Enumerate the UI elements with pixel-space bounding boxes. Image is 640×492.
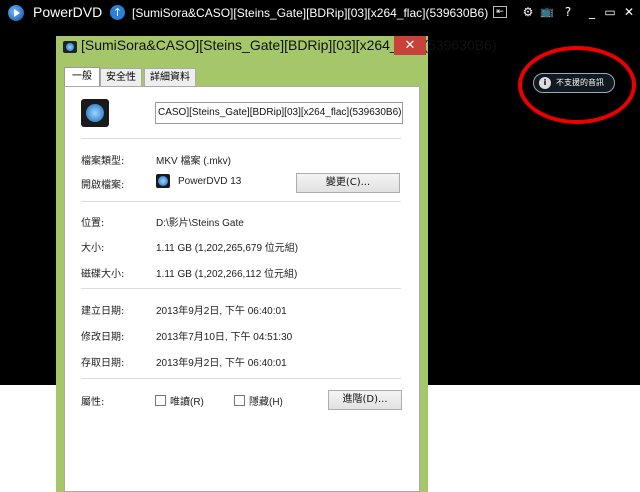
separator bbox=[81, 288, 401, 289]
modified-value: 2013年7月10日, 下午 04:51:30 bbox=[156, 332, 293, 343]
advanced-button[interactable]: 進階(D)... bbox=[328, 390, 402, 410]
player-title-bar: PowerDVD ↑ [SumiSora&CASO][Steins_Gate][… bbox=[0, 0, 640, 26]
update-arrow-icon[interactable]: ↑ bbox=[110, 5, 125, 20]
video-file-icon bbox=[63, 41, 77, 53]
properties-dialog: [SumiSora&CASO][Steins_Gate][BDRip][03][… bbox=[56, 36, 497, 492]
opens-with-value: PowerDVD 13 bbox=[178, 176, 242, 187]
opens-with-label: 開啟檔案: bbox=[81, 180, 125, 191]
hidden-label[interactable]: 隱藏(H) bbox=[249, 393, 283, 408]
modified-label: 修改日期: bbox=[81, 332, 125, 343]
accessed-value: 2013年9月2日, 下午 06:40:01 bbox=[156, 358, 287, 369]
readonly-label[interactable]: 唯讀(R) bbox=[170, 393, 204, 408]
settings-gear-icon[interactable]: ⚙ bbox=[519, 3, 537, 21]
separator bbox=[81, 138, 401, 139]
powerdvd-app-icon bbox=[156, 174, 170, 188]
powerdvd-file-icon bbox=[81, 99, 109, 127]
close-icon[interactable]: ✕ bbox=[620, 3, 638, 21]
dialog-title-bar[interactable]: [SumiSora&CASO][Steins_Gate][BDRip][03][… bbox=[56, 36, 497, 58]
dialog-title: [SumiSora&CASO][Steins_Gate][BDRip][03][… bbox=[81, 37, 497, 53]
powerdvd-logo-icon bbox=[8, 5, 24, 21]
tv-icon[interactable]: 📺 bbox=[538, 3, 556, 21]
tab-security[interactable]: 安全性 bbox=[100, 68, 142, 87]
location-label: 位置: bbox=[81, 218, 105, 229]
readonly-checkbox[interactable] bbox=[155, 395, 166, 406]
size-value: 1.11 GB (1,202,265,679 位元組) bbox=[156, 243, 299, 254]
location-value: D:\影片\Steins Gate bbox=[156, 218, 244, 229]
change-button[interactable]: 變更(C)... bbox=[296, 173, 400, 193]
general-tab-panel: CASO][Steins_Gate][BDRip][03][x264_flac]… bbox=[64, 86, 420, 492]
back-icon[interactable]: ⇤ bbox=[493, 6, 507, 18]
minimize-icon[interactable]: _ bbox=[583, 3, 601, 21]
file-type-label: 檔案類型: bbox=[81, 156, 125, 167]
disk-size-value: 1.11 GB (1,202,266,112 位元組) bbox=[156, 269, 298, 280]
red-highlight-circle bbox=[518, 46, 636, 124]
file-name-field[interactable]: CASO][Steins_Gate][BDRip][03][x264_flac]… bbox=[155, 102, 403, 124]
created-label: 建立日期: bbox=[81, 306, 125, 317]
hidden-checkbox[interactable] bbox=[234, 395, 245, 406]
help-icon[interactable]: ? bbox=[559, 3, 577, 21]
disk-size-label: 磁碟大小: bbox=[81, 269, 125, 280]
file-type-value: MKV 檔案 (.mkv) bbox=[156, 156, 231, 167]
tab-general[interactable]: 一般 bbox=[64, 67, 100, 87]
restore-icon[interactable]: ▭ bbox=[601, 3, 619, 21]
attributes-label: 屬性: bbox=[81, 397, 105, 408]
dialog-close-button[interactable]: ✕ bbox=[394, 36, 426, 55]
separator bbox=[81, 378, 401, 379]
app-name: PowerDVD bbox=[33, 4, 103, 20]
size-label: 大小: bbox=[81, 243, 105, 254]
file-title: [SumiSora&CASO][Steins_Gate][BDRip][03][… bbox=[132, 6, 489, 20]
separator bbox=[81, 201, 401, 202]
accessed-label: 存取日期: bbox=[81, 358, 125, 369]
created-value: 2013年9月2日, 下午 06:40:01 bbox=[156, 306, 287, 317]
tab-details[interactable]: 詳細資料 bbox=[144, 68, 196, 87]
